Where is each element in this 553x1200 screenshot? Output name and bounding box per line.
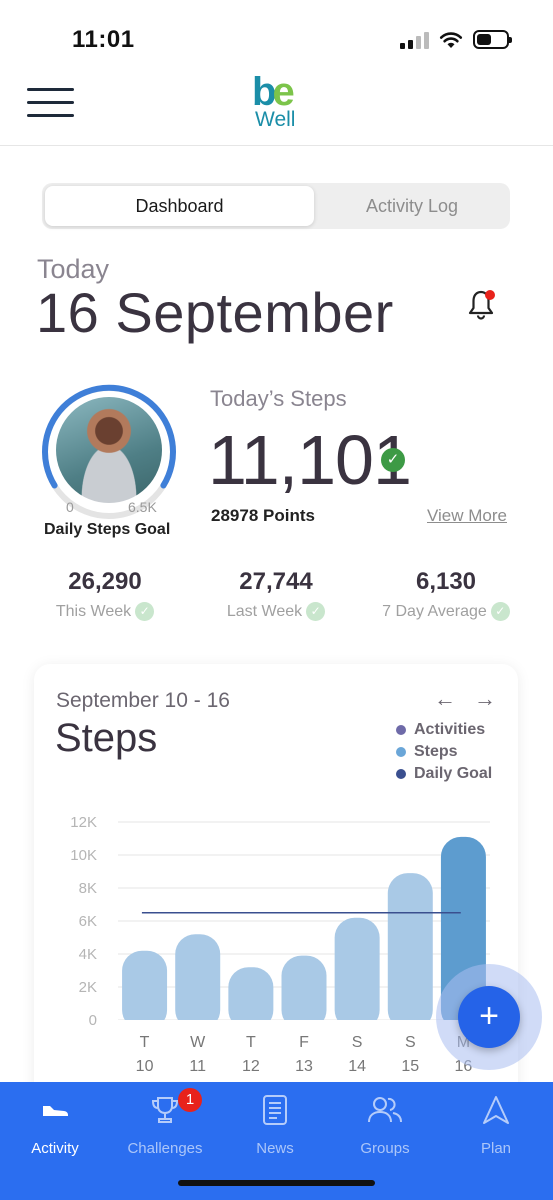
nav-groups[interactable]: Groups — [335, 1092, 435, 1157]
tab-activity-log[interactable]: Activity Log — [317, 186, 507, 226]
nav-label: Challenges — [127, 1140, 203, 1157]
chart-bar — [122, 950, 168, 1030]
x-tick-day: F — [299, 1034, 309, 1051]
next-week-arrow-icon[interactable]: → — [474, 686, 496, 712]
stat-last-week: 27,744 Last Week ✓ — [196, 568, 356, 621]
x-tick-day: S — [352, 1034, 363, 1051]
battery-icon — [473, 30, 512, 49]
steps-bar-chart: 02K4K6K8K10K12KT10W11T12F13S14S15M16 — [70, 814, 492, 1075]
x-tick-date: 12 — [242, 1058, 260, 1075]
x-tick-day: S — [405, 1034, 416, 1051]
status-time: 11:01 — [72, 26, 135, 53]
legend-item-steps: Steps — [396, 741, 492, 763]
check-icon: ✓ — [135, 602, 155, 621]
signal-icon — [400, 31, 429, 49]
prev-week-arrow-icon[interactable]: ← — [434, 686, 456, 712]
notification-dot — [485, 290, 495, 300]
nav-label: Groups — [360, 1140, 410, 1157]
y-tick-label: 6K — [79, 913, 97, 930]
stat-value: 6,130 — [415, 568, 477, 595]
x-tick-day: T — [140, 1034, 150, 1051]
chart-bar — [334, 917, 380, 1030]
todays-steps-label: Today’s Steps — [210, 386, 347, 411]
nav-challenges[interactable]: 1 Challenges — [115, 1088, 215, 1157]
page-title: 16 September — [36, 281, 394, 344]
y-tick-label: 4K — [79, 946, 97, 963]
legend-item-daily-goal: Daily Goal — [396, 763, 492, 785]
ring-min-label: 0 — [66, 499, 74, 515]
nav-label: Plan — [480, 1140, 512, 1157]
challenges-badge: 1 — [178, 1088, 202, 1112]
home-indicator — [178, 1180, 375, 1186]
chart-bar — [387, 873, 433, 1030]
stat-this-week: 26,290 This Week ✓ — [25, 568, 185, 621]
x-tick-date: 13 — [295, 1058, 313, 1075]
view-switcher: Dashboard Activity Log — [42, 183, 510, 229]
be-well-logo: be Well — [252, 70, 296, 131]
document-icon — [263, 1095, 287, 1125]
legend-item-activities: Activities — [396, 719, 492, 741]
check-icon: ✓ — [490, 602, 510, 621]
x-tick-day: W — [190, 1034, 206, 1051]
goal-met-check-icon: ✓ — [381, 448, 405, 472]
navigation-icon — [483, 1096, 509, 1124]
nav-plan[interactable]: Plan — [446, 1092, 546, 1157]
tab-dashboard[interactable]: Dashboard — [45, 186, 314, 226]
ring-max-label: 6.5K — [128, 499, 157, 515]
shoe-icon — [43, 1106, 68, 1116]
app-header: be Well — [0, 68, 553, 146]
y-tick-label: 0 — [89, 1012, 97, 1029]
date-range: September 10 - 16 — [56, 689, 230, 712]
x-tick-date: 15 — [401, 1058, 419, 1075]
avatar — [56, 397, 162, 503]
add-activity-button[interactable]: + — [458, 986, 520, 1048]
chart-bar — [175, 934, 221, 1030]
points-value: 28978 Points — [211, 506, 315, 525]
nav-label: Activity — [31, 1140, 79, 1157]
stat-seven-day-average: 6,130 7 Day Average ✓ — [366, 568, 526, 621]
status-icons — [400, 30, 512, 49]
status-bar: 11:01 — [0, 0, 553, 68]
nav-activity[interactable]: Activity — [5, 1092, 105, 1157]
stat-label: Last Week — [226, 602, 303, 620]
x-tick-date: 10 — [136, 1058, 154, 1075]
stat-value: 27,744 — [239, 568, 313, 595]
x-tick-date: 14 — [348, 1058, 366, 1075]
view-more-link[interactable]: View More — [427, 506, 507, 526]
y-tick-label: 2K — [79, 979, 97, 996]
hamburger-icon — [27, 88, 74, 91]
legend-dot — [396, 725, 406, 735]
nav-label: News — [256, 1140, 294, 1157]
daily-steps-ring — [40, 383, 178, 521]
daily-steps-goal-label: Daily Steps Goal — [44, 521, 171, 538]
y-tick-label: 10K — [70, 847, 97, 864]
menu-button[interactable] — [27, 88, 74, 118]
stat-label: This Week — [55, 602, 132, 620]
legend-dot — [396, 769, 406, 779]
x-tick-date: 11 — [189, 1058, 206, 1075]
y-tick-label: 8K — [79, 880, 97, 897]
x-tick-day: T — [246, 1034, 256, 1051]
chart-legend: Activities Steps Daily Goal — [396, 719, 492, 785]
notifications-button[interactable] — [466, 288, 498, 322]
chart-bar — [281, 955, 327, 1030]
y-tick-label: 12K — [70, 814, 97, 831]
trophy-icon — [151, 1097, 179, 1123]
nav-news[interactable]: News — [225, 1092, 325, 1157]
wifi-icon — [439, 31, 463, 48]
people-icon — [368, 1097, 402, 1123]
legend-dot — [396, 747, 406, 757]
stat-label: 7 Day Average — [382, 602, 487, 620]
check-icon: ✓ — [306, 602, 326, 621]
stat-value: 26,290 — [68, 568, 142, 595]
chart-title: Steps — [55, 716, 158, 760]
